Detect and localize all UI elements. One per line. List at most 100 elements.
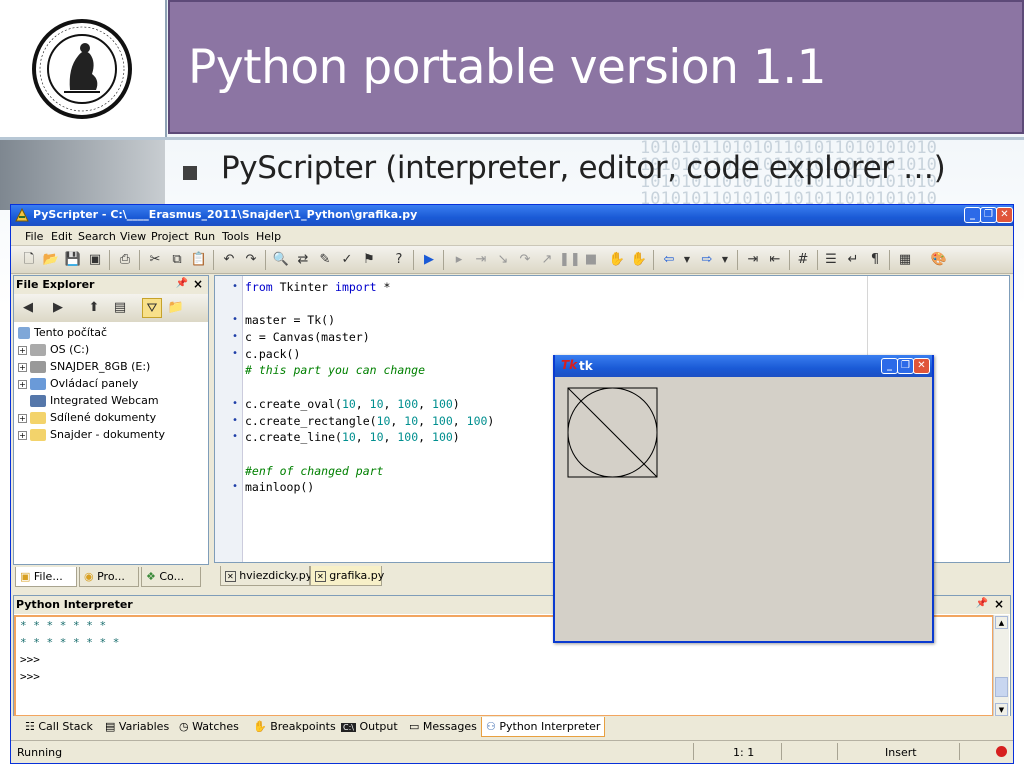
import-check-icon[interactable]: ⚑ (359, 250, 379, 270)
clear-breakpoints-icon[interactable]: ✋ (629, 250, 649, 270)
copy-icon[interactable]: ⧉ (167, 250, 187, 270)
pin-icon[interactable]: 📌 (176, 278, 188, 289)
tab-breakpoints[interactable]: ✋ Breakpoints (249, 717, 340, 737)
file-explorer-title: File Explorer (16, 278, 95, 291)
tab-code-explorer[interactable]: ❖ Co... (141, 567, 201, 587)
back-icon[interactable]: ⇦ (659, 250, 679, 270)
forward-icon[interactable]: ▶ (48, 298, 68, 318)
tk-canvas[interactable] (567, 387, 659, 479)
stop-icon[interactable]: ■ (581, 250, 601, 270)
word-wrap-icon[interactable]: ↵ (843, 250, 863, 270)
tab-variables[interactable]: ▤ Variables (101, 717, 173, 737)
tab-grafika[interactable]: ✕ grafika.py (310, 566, 384, 586)
forward-icon[interactable]: ⇨ (697, 250, 717, 270)
line-numbers-icon[interactable]: ☰ (821, 250, 841, 270)
save-icon[interactable]: 💾 (63, 250, 83, 270)
toggle-breakpoint-icon[interactable]: ✋ (607, 250, 627, 270)
themes-icon[interactable]: 🎨 (929, 250, 949, 270)
new-folder-icon[interactable]: 📁 (166, 298, 186, 318)
tree-item-computer[interactable]: Tento počítač (18, 326, 107, 342)
find-in-files-icon[interactable]: ✎ (315, 250, 335, 270)
open-folder-icon[interactable]: 📂 (41, 250, 61, 270)
tab-output[interactable]: C:\ Output (337, 717, 402, 737)
paste-icon[interactable]: 📋 (189, 250, 209, 270)
tree-item-webcam[interactable]: Integrated Webcam (18, 394, 159, 410)
back-dropdown-icon[interactable]: ▼ (677, 250, 697, 270)
pause-icon[interactable]: ❚❚ (559, 250, 581, 270)
code-line: • c.create_rectangle(10, 10, 100, 100) (232, 413, 495, 428)
indent-icon[interactable]: ⇥ (743, 250, 763, 270)
save-all-icon[interactable]: ▣ (85, 250, 105, 270)
tk-minimize-button[interactable]: _ (881, 358, 898, 374)
ide-titlebar[interactable]: PyScripter - C:\____Erasmus_2011\Snajder… (11, 205, 1013, 226)
help-icon[interactable]: ? (389, 250, 409, 270)
step-over-icon[interactable]: ↷ (515, 250, 535, 270)
filter-icon[interactable]: ⛛ (142, 298, 162, 318)
print-icon[interactable]: ⎙ (115, 250, 135, 270)
tab-messages[interactable]: ▭ Messages (405, 717, 481, 737)
pin-icon[interactable]: 📌 (976, 598, 988, 609)
menu-project[interactable]: Project (151, 230, 189, 243)
redo-icon[interactable]: ↷ (241, 250, 261, 270)
new-file-icon[interactable]: 🗋 (19, 250, 39, 270)
menu-help[interactable]: Help (256, 230, 281, 243)
back-icon[interactable]: ◀ (18, 298, 38, 318)
scroll-thumb (995, 677, 1008, 697)
code-explorer-icon: ❖ (146, 570, 156, 583)
find-icon[interactable]: 🔍 (271, 250, 291, 270)
code-line: • from Tkinter import * (232, 280, 391, 294)
title-banner: Python portable version 1.1 (168, 0, 1024, 134)
cut-icon[interactable]: ✂ (145, 250, 165, 270)
menu-run[interactable]: Run (194, 230, 215, 243)
step-into-icon[interactable]: ↘ (493, 250, 513, 270)
menu-tools[interactable]: Tools (222, 230, 249, 243)
execution-marker-icon: • (232, 397, 239, 409)
breakpoints-icon: ✋ (253, 720, 267, 733)
tree-item-shared-docs[interactable]: + Sdílené dokumenty (18, 411, 156, 427)
syntax-check-icon[interactable]: ✓ (337, 250, 357, 270)
tab-file-explorer[interactable]: ▣ File... (15, 567, 77, 587)
menu-view[interactable]: View (120, 230, 146, 243)
tree-item-os[interactable]: + OS (C:) (18, 343, 89, 359)
tk-close-button[interactable]: ✕ (913, 358, 930, 374)
replace-icon[interactable]: ⇄ (293, 250, 313, 270)
tab-call-stack[interactable]: ☷ Call Stack (21, 717, 97, 737)
execution-marker-icon: • (232, 281, 239, 292)
tk-titlebar[interactable]: Tk tk _ ❐ ✕ (555, 355, 932, 377)
minimize-button[interactable]: _ (964, 207, 981, 223)
restore-button[interactable]: ❐ (980, 207, 997, 223)
interpreter-scrollbar[interactable]: ▲ ▼ (993, 615, 1009, 717)
up-folder-icon[interactable]: ⬆ (84, 298, 104, 318)
dedent-icon[interactable]: ⇤ (765, 250, 785, 270)
tab-project[interactable]: ◉ Pro... (79, 567, 139, 587)
layout-icon[interactable]: ▦ (895, 250, 915, 270)
tree-item-user-docs[interactable]: + Snajder - dokumenty (18, 428, 165, 444)
close-button[interactable]: ✕ (996, 207, 1013, 223)
step-out-icon[interactable]: ↗ (537, 250, 557, 270)
debug-icon[interactable]: ▸ (449, 250, 469, 270)
run-to-cursor-icon[interactable]: ⇥ (471, 250, 491, 270)
forward-dropdown-icon[interactable]: ▼ (715, 250, 735, 270)
menu-search[interactable]: Search (78, 230, 116, 243)
tab-python-interpreter[interactable]: ⚇ Python Interpreter (481, 717, 606, 737)
tk-restore-button[interactable]: ❐ (897, 358, 914, 374)
run-icon[interactable]: ▶ (419, 250, 439, 270)
code-lines: • from Tkinter import * • master = Tk() • c =… (232, 279, 495, 496)
panel-close-icon[interactable]: × (193, 277, 203, 291)
show-specials-icon[interactable]: ¶ (865, 250, 885, 270)
menu-edit[interactable]: Edit (51, 230, 72, 243)
tree-item-control-panel[interactable]: + Ovládací panely (18, 377, 138, 393)
tree-item-usb[interactable]: + SNAJDER_8GB (E:) (18, 360, 150, 376)
tab-hviezdicky[interactable]: ✕ hviezdicky.py (220, 566, 312, 586)
panel-close-icon[interactable]: × (994, 597, 1004, 611)
menu-file[interactable]: File (25, 230, 43, 243)
view-dropdown-icon[interactable]: ▤ (110, 298, 130, 318)
undo-icon[interactable]: ↶ (219, 250, 239, 270)
left-panel-tabs: ▣ File... ◉ Pro... ❖ Co... (13, 566, 209, 588)
code-line: • master = Tk() (232, 313, 336, 328)
edit-mode: Insert (885, 746, 917, 759)
comment-icon[interactable]: # (793, 250, 813, 270)
execution-marker-icon: • (232, 331, 239, 343)
tab-watches[interactable]: ◷ Watches (175, 717, 243, 737)
